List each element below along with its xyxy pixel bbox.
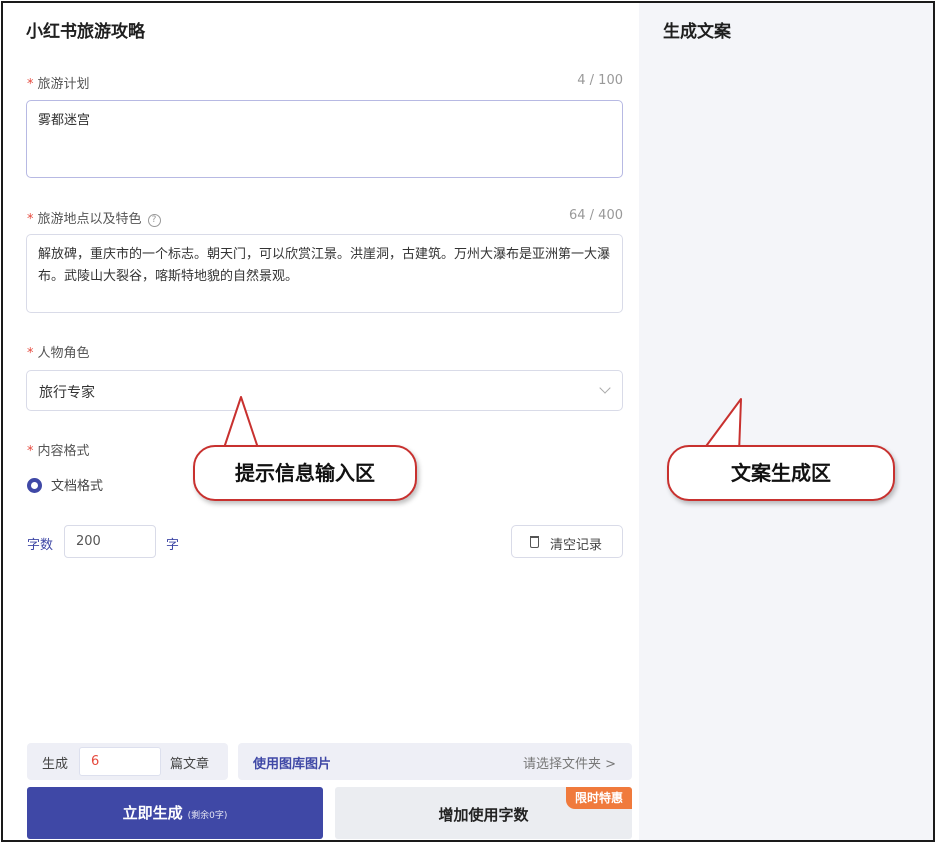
persona-label: * 人物角色 bbox=[27, 346, 90, 361]
generate-label: 生成 bbox=[42, 757, 69, 772]
input-area-callout: 提示信息输入区 bbox=[193, 445, 417, 501]
format-radio-option[interactable]: 文档格式 bbox=[27, 475, 103, 494]
help-icon[interactable]: ? bbox=[147, 214, 161, 227]
input-panel: 小红书旅游攻略 * 旅游计划 4 / 100 雾都迷宫 * 旅游地点以及特色? 64… bbox=[3, 3, 639, 840]
word-count-input[interactable]: 200 bbox=[64, 525, 156, 558]
places-textarea[interactable]: 解放碑，重庆市的一个标志。朝天门，可以欣赏江景。洪崖洞，古建筑。万州大瀑布是亚洲… bbox=[26, 234, 623, 313]
output-area-callout: 文案生成区 bbox=[667, 445, 895, 501]
page-title: 小红书旅游攻略 bbox=[26, 22, 145, 42]
promo-badge: 限时特惠 bbox=[565, 787, 632, 809]
output-title: 生成文案 bbox=[663, 22, 731, 42]
required-mark: * bbox=[27, 77, 34, 92]
persona-value: 旅行专家 bbox=[39, 385, 95, 401]
plan-label: * 旅游计划 bbox=[27, 77, 90, 92]
format-label: * 内容格式 bbox=[27, 444, 90, 459]
chevron-down-icon bbox=[599, 382, 611, 394]
add-words-button[interactable]: 增加使用字数 限时特惠 bbox=[335, 787, 632, 839]
remaining-words-note: (剩余0字) bbox=[187, 811, 228, 821]
clear-history-label: 清空记录 bbox=[550, 538, 603, 553]
article-count-input[interactable]: 6 bbox=[79, 747, 161, 776]
plan-textarea[interactable]: 雾都迷宫 bbox=[26, 100, 623, 178]
places-counter: 64 / 400 bbox=[569, 208, 623, 223]
word-count-suffix: 字 bbox=[166, 538, 180, 553]
generate-count-box: 生成 6 篇文章 bbox=[27, 743, 228, 780]
radio-checked-icon[interactable] bbox=[27, 478, 42, 493]
plan-counter: 4 / 100 bbox=[577, 73, 623, 88]
format-option-label: 文档格式 bbox=[51, 479, 104, 494]
word-count-label: 字数 bbox=[27, 538, 54, 553]
trash-icon bbox=[530, 536, 539, 548]
persona-select[interactable]: 旅行专家 bbox=[26, 370, 623, 411]
gallery-label: 使用图库图片 bbox=[253, 757, 332, 772]
generate-now-label: 立即生成 bbox=[122, 804, 183, 822]
generate-now-button[interactable]: 立即生成 (剩余0字) bbox=[27, 787, 323, 839]
folder-select[interactable]: 请选择文件夹 > bbox=[523, 753, 616, 772]
generate-suffix: 篇文章 bbox=[170, 757, 210, 772]
clear-history-button[interactable]: 清空记录 bbox=[511, 525, 623, 558]
gallery-picker[interactable]: 使用图库图片 请选择文件夹 > bbox=[238, 743, 632, 780]
output-panel: 生成文案 bbox=[639, 3, 933, 840]
add-words-label: 增加使用字数 bbox=[438, 806, 529, 824]
app-window: 小红书旅游攻略 * 旅游计划 4 / 100 雾都迷宫 * 旅游地点以及特色? 64… bbox=[1, 1, 935, 842]
places-label: * 旅游地点以及特色? bbox=[27, 208, 161, 227]
